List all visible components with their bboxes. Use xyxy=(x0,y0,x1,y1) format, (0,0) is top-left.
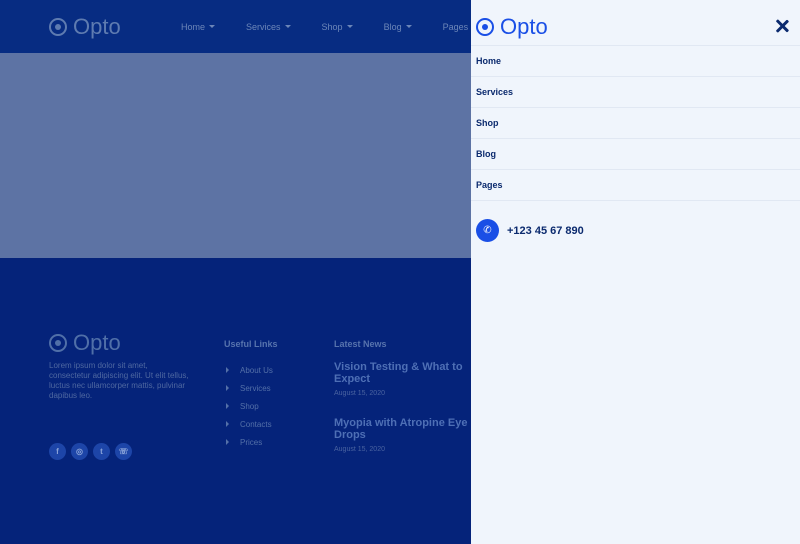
useful-links-list: About Us Services Shop Contacts Prices xyxy=(224,361,273,451)
nav-item-services[interactable]: Services xyxy=(246,22,291,32)
footer-link-shop[interactable]: Shop xyxy=(224,397,273,415)
caret-down-icon xyxy=(209,25,216,28)
footer-link-services[interactable]: Services xyxy=(224,379,273,397)
phone-contact[interactable]: ✆ +123 45 67 890 xyxy=(476,219,584,242)
nav-item-home[interactable]: Home xyxy=(181,21,216,32)
main-nav: Home Services Shop Blog Pages xyxy=(181,0,499,53)
twitter-icon[interactable]: t xyxy=(93,443,110,460)
link-label: Shop xyxy=(240,401,259,411)
nav-item-blog[interactable]: Blog xyxy=(384,22,412,32)
nav-label: Services xyxy=(246,21,281,32)
caret-down-icon xyxy=(346,25,353,28)
footer-link-contacts[interactable]: Contacts xyxy=(224,415,273,433)
offcanvas-item-shop[interactable]: Shop xyxy=(471,108,800,139)
news-item[interactable]: Vision Testing & What to Expect August 1… xyxy=(334,361,474,397)
nav-label: Shop xyxy=(321,21,343,32)
offcanvas-menu-panel: Opto Home Services Shop Blog Pages ✆ +12… xyxy=(471,0,800,544)
offcanvas-nav: Home Services Shop Blog Pages xyxy=(471,45,800,201)
footer-link-prices[interactable]: Prices xyxy=(224,433,273,451)
logo-eye-icon xyxy=(49,334,67,352)
social-links: f ◎ t ☏ xyxy=(49,443,132,460)
offcanvas-item-services[interactable]: Services xyxy=(471,77,800,108)
footer-link-about[interactable]: About Us xyxy=(224,361,273,379)
nav-item-shop[interactable]: Shop xyxy=(322,22,353,32)
useful-links-title: Useful Links xyxy=(224,339,278,349)
caret-down-icon xyxy=(405,25,412,28)
chevron-right-icon xyxy=(226,439,229,445)
chevron-right-icon xyxy=(226,367,229,373)
panel-logo[interactable]: Opto xyxy=(476,14,548,40)
logo-eye-icon xyxy=(476,18,494,36)
logo-text: Opto xyxy=(500,14,548,39)
nav-label: Pages xyxy=(442,21,469,32)
news-date: August 15, 2020 xyxy=(334,446,385,453)
logo-text: Opto xyxy=(73,14,121,39)
link-label: Prices xyxy=(240,437,263,447)
logo-eye-icon xyxy=(49,18,67,36)
whatsapp-icon[interactable]: ☏ xyxy=(115,443,132,460)
header-logo[interactable]: Opto xyxy=(49,14,121,40)
nav-label: Blog xyxy=(383,21,402,32)
footer-logo[interactable]: Opto xyxy=(49,330,121,356)
nav-label: Home xyxy=(181,21,206,32)
link-label: Contacts xyxy=(240,419,272,429)
close-icon[interactable] xyxy=(775,19,789,33)
phone-number[interactable]: +123 45 67 890 xyxy=(507,225,584,237)
facebook-icon[interactable]: f xyxy=(49,443,66,460)
news-title[interactable]: Vision Testing & What to Expect xyxy=(334,361,474,385)
news-item[interactable]: Myopia with Atropine Eye Drops August 15… xyxy=(334,417,474,453)
caret-down-icon xyxy=(284,25,291,28)
instagram-icon[interactable]: ◎ xyxy=(71,443,88,460)
phone-icon: ✆ xyxy=(476,219,499,242)
footer-about-text: Lorem ipsum dolor sit amet, consectetur … xyxy=(49,361,189,400)
chevron-right-icon xyxy=(226,421,229,427)
chevron-right-icon xyxy=(226,403,229,409)
logo-text: Opto xyxy=(73,330,121,355)
news-title[interactable]: Myopia with Atropine Eye Drops xyxy=(334,417,474,441)
offcanvas-item-home[interactable]: Home xyxy=(471,46,800,77)
nav-item-pages[interactable]: Pages xyxy=(443,22,469,32)
news-date: August 15, 2020 xyxy=(334,390,385,397)
latest-news-title: Latest News xyxy=(334,339,387,349)
chevron-right-icon xyxy=(226,385,229,391)
link-label: Services xyxy=(240,383,271,393)
link-label: About Us xyxy=(240,365,273,375)
offcanvas-item-blog[interactable]: Blog xyxy=(471,139,800,170)
offcanvas-item-pages[interactable]: Pages xyxy=(471,170,800,201)
